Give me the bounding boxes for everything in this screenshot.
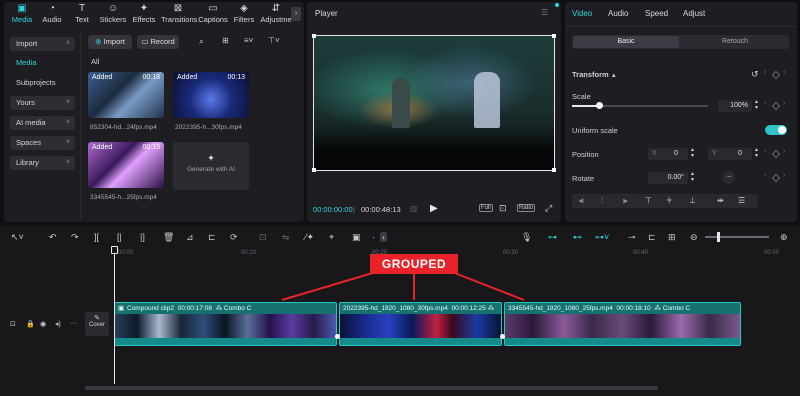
timeline-scrollbar[interactable] <box>85 386 658 390</box>
annotation-arrow <box>451 271 525 301</box>
grouped-annotation-lines <box>281 271 525 301</box>
annotation-arrow <box>281 271 377 301</box>
grouped-annotation: GROUPED <box>370 254 458 274</box>
